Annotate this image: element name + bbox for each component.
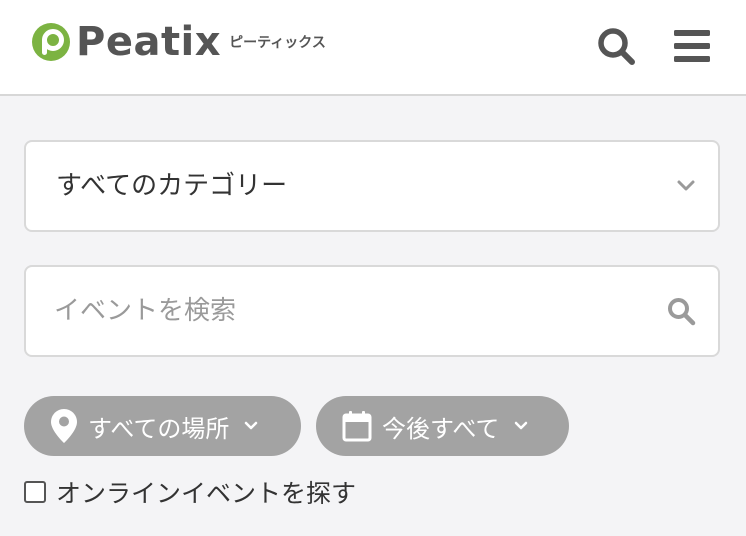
map-pin-icon [51, 409, 77, 443]
date-chevron [513, 420, 529, 432]
category-selected-value: すべてのカテゴリー [56, 171, 288, 201]
category-chevron [676, 142, 696, 230]
location-filter-button[interactable]: すべての場所 [24, 396, 301, 456]
logo-kana: ピーティックス [229, 35, 326, 51]
peatix-logo[interactable]: Peatix ピーティックス [30, 20, 326, 64]
date-filter-button[interactable]: 今後すべて [316, 396, 569, 456]
chevron-down-icon [677, 180, 695, 191]
event-search-input[interactable] [54, 285, 654, 337]
online-event-checkbox[interactable] [24, 481, 46, 503]
header-search-button[interactable] [594, 24, 638, 68]
search-icon [598, 28, 635, 65]
online-event-label[interactable]: オンラインイベントを探す [56, 474, 356, 510]
header-menu-button[interactable] [670, 24, 714, 68]
calendar-icon [342, 411, 372, 442]
chevron-down-icon [515, 421, 528, 430]
search-submit[interactable] [666, 267, 696, 355]
logo-wordmark: Peatix [76, 19, 222, 65]
date-filter-label: 今後すべて [382, 414, 500, 443]
category-select[interactable]: すべてのカテゴリー [24, 140, 720, 232]
peatix-logo-icon [32, 23, 70, 61]
chevron-down-icon [245, 421, 258, 430]
search-icon [668, 298, 696, 326]
location-chevron [243, 420, 259, 432]
location-filter-label: すべての場所 [88, 414, 230, 443]
online-event-filter: オンラインイベントを探す [24, 474, 356, 510]
site-header: Peatix ピーティックス [0, 0, 746, 96]
event-search-field [24, 265, 720, 357]
menu-icon [674, 30, 710, 62]
